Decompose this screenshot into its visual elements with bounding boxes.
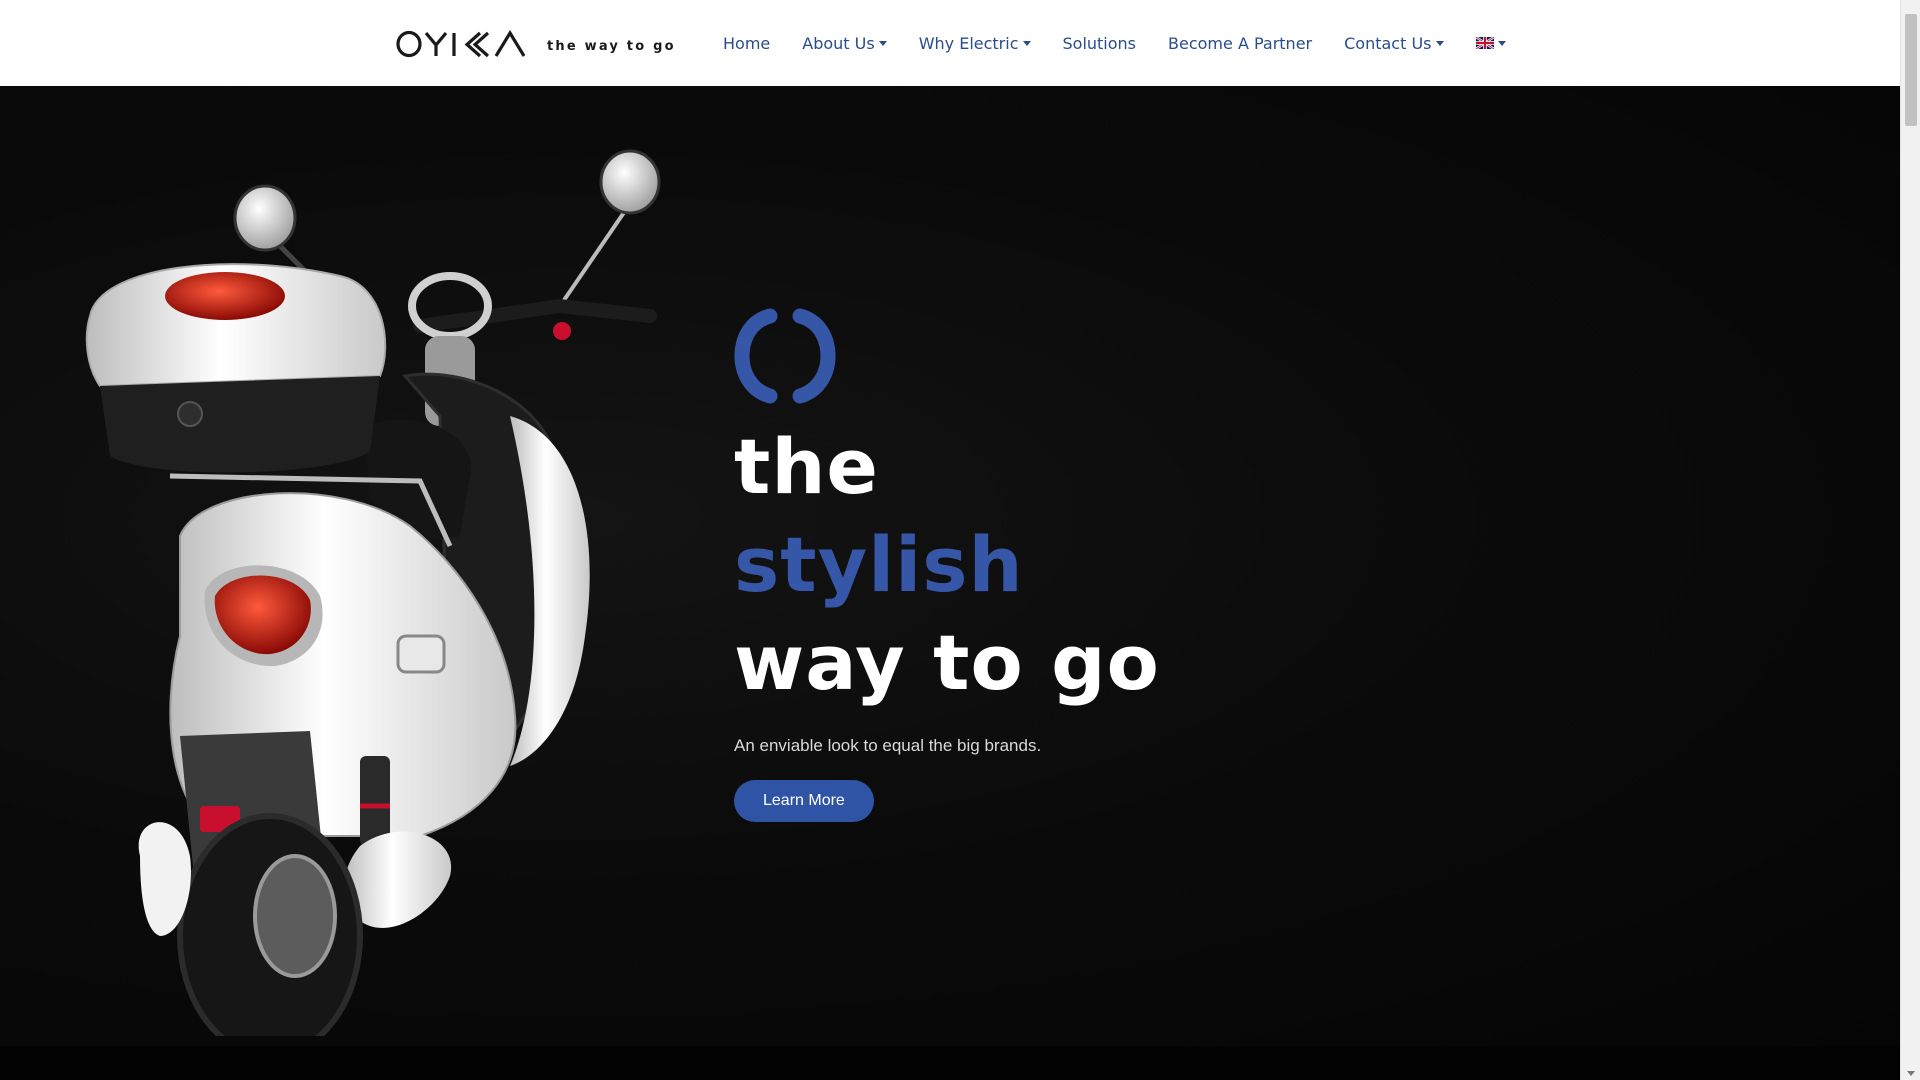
- nav-item-label: Why Electric: [918, 33, 1019, 53]
- scrollbar-thumb[interactable]: [1905, 14, 1917, 126]
- brand-tagline: the way to go: [547, 39, 676, 54]
- hero-section: the stylish way to go An enviable look t…: [0, 86, 1900, 1046]
- oyika-logo[interactable]: [396, 29, 530, 59]
- nav-item-label: Contact Us: [1344, 33, 1432, 53]
- nav-item-label: Home: [723, 33, 771, 53]
- headline-line-3: way to go: [734, 618, 1160, 707]
- nav-item-about-us[interactable]: About Us: [802, 33, 887, 53]
- nav-item-label: About Us: [802, 33, 875, 53]
- headline-line-2: stylish: [734, 520, 1024, 609]
- nav-item-contact-us[interactable]: Contact Us: [1344, 33, 1444, 53]
- oyika-ring-icon: [734, 308, 836, 404]
- nav-item-label: Become A Partner: [1168, 33, 1313, 53]
- uk-flag-icon: [1475, 37, 1494, 49]
- main-nav: Home About Us Why Electric Solutions Bec…: [723, 0, 1538, 86]
- hero-bottom-band: [0, 1046, 1900, 1080]
- hero-content: the stylish way to go An enviable look t…: [734, 308, 1434, 822]
- caret-down-icon: [878, 40, 887, 46]
- nav-item-solutions[interactable]: Solutions: [1063, 34, 1137, 53]
- hero-subtitle: An enviable look to equal the big brands…: [734, 736, 1042, 755]
- nav-item-become-a-partner[interactable]: Become A Partner: [1168, 34, 1312, 53]
- top-navbar: the way to go Home About Us Why Electric…: [0, 0, 1900, 86]
- language-selector[interactable]: [1475, 37, 1506, 49]
- caret-down-icon: [1497, 40, 1506, 46]
- brand[interactable]: the way to go: [396, 29, 676, 59]
- nav-item-home[interactable]: Home: [723, 34, 770, 53]
- scroll-down-arrow-icon[interactable]: [1907, 1071, 1915, 1076]
- caret-down-icon: [1022, 40, 1031, 46]
- nav-item-label: Solutions: [1062, 33, 1137, 53]
- learn-more-button[interactable]: Learn More: [734, 780, 874, 822]
- nav-item-why-electric[interactable]: Why Electric: [919, 34, 1031, 53]
- headline-line-1: the: [734, 422, 879, 511]
- page-scrollbar[interactable]: [1900, 0, 1920, 1080]
- caret-down-icon: [1435, 40, 1444, 46]
- scooter-image: [85, 149, 661, 1036]
